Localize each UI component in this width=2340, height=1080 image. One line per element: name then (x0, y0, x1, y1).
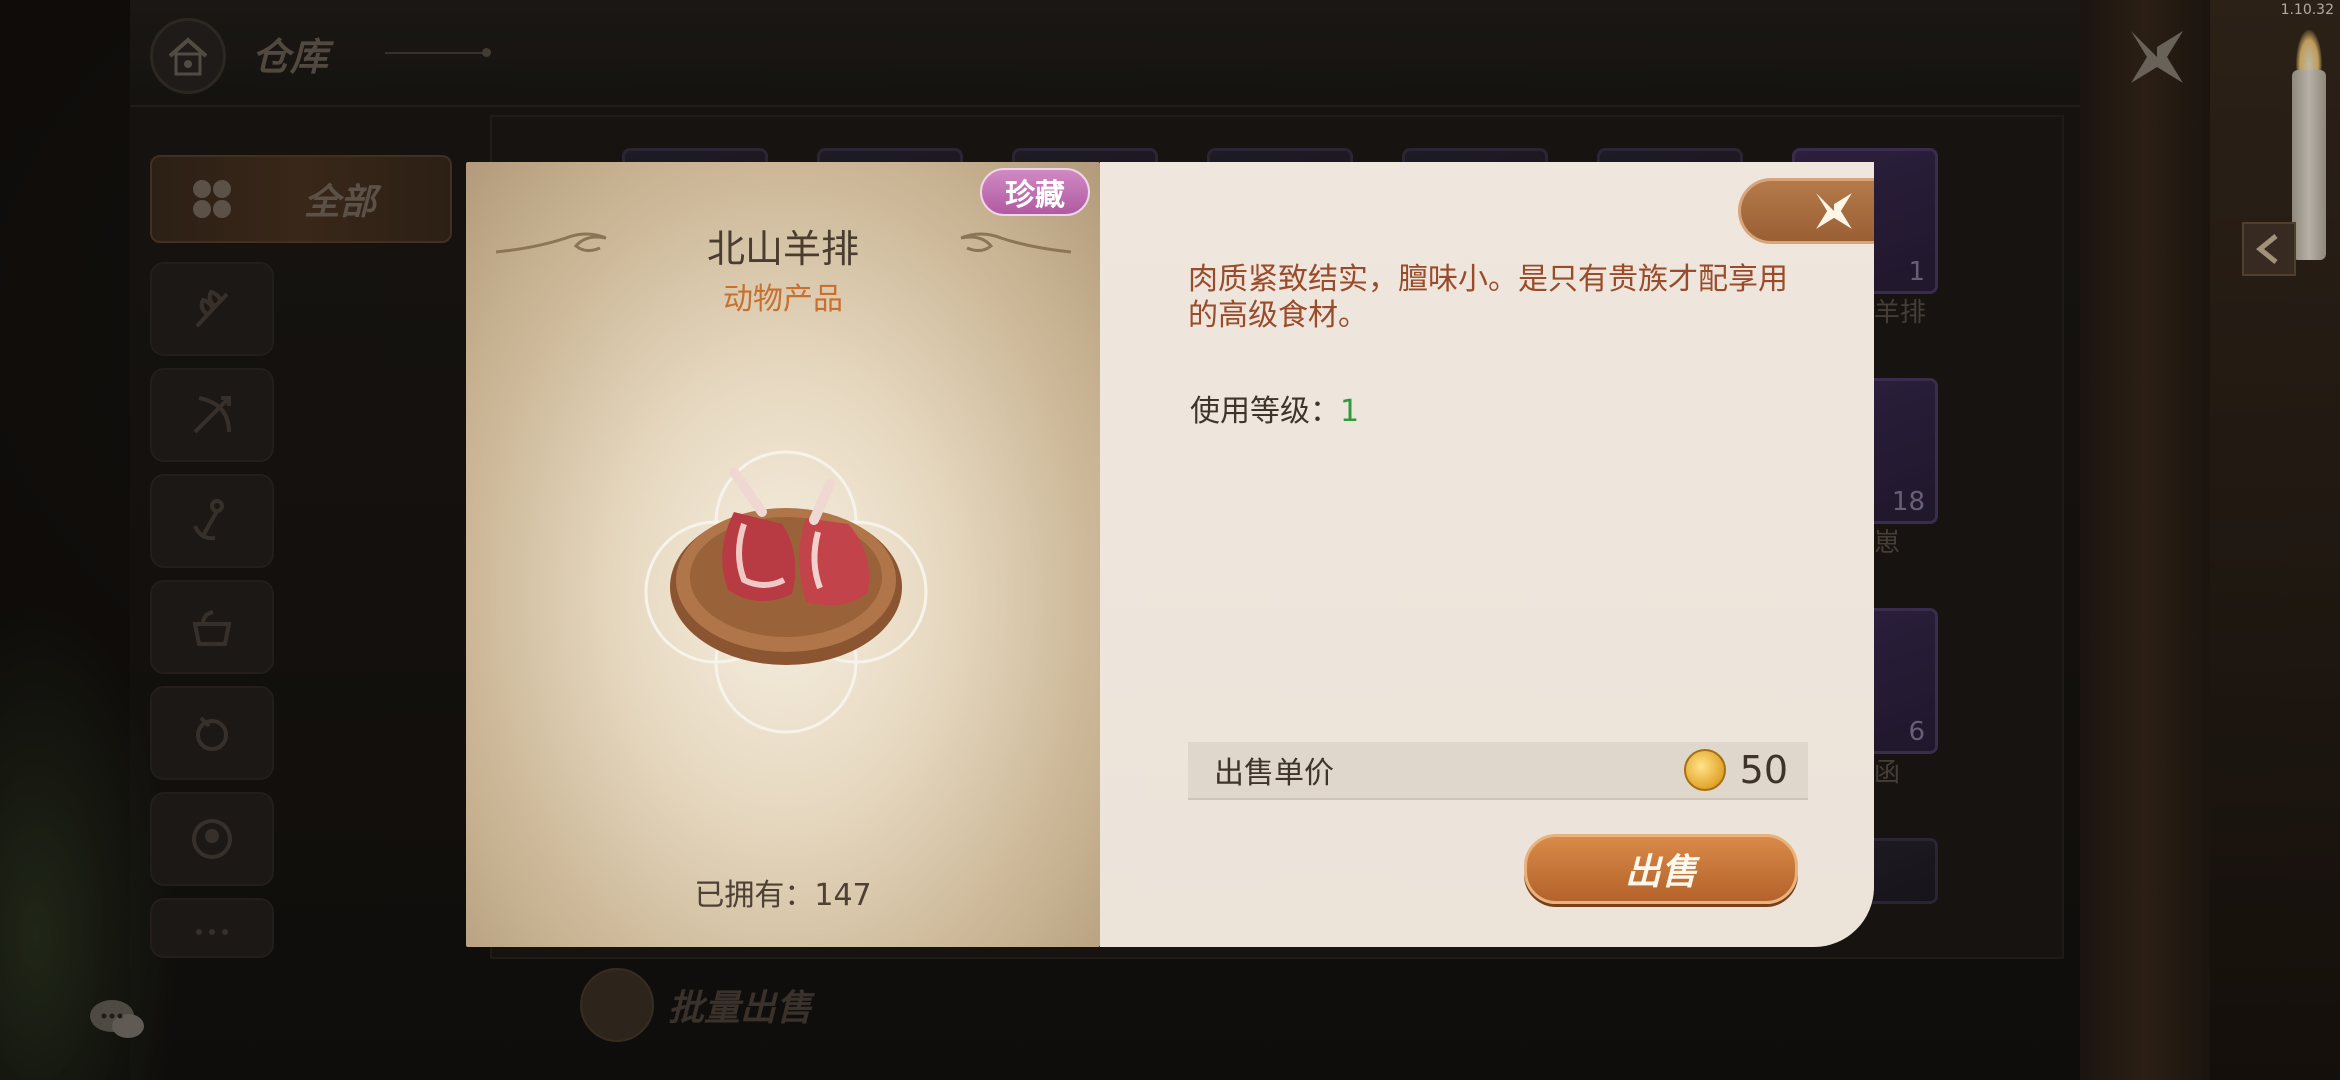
use-level: 使用等级：1 (1190, 386, 1359, 430)
item-illustration (644, 450, 928, 734)
item-detail-dialog: 北山羊排 动物产品 已拥有：147 珍藏 肉质紧致结实，膻味小。是只有贵族才配享… (466, 162, 1874, 947)
sell-price-row: 出售单价 50 (1188, 742, 1808, 800)
close-x-icon (1816, 193, 1852, 229)
item-description: 肉质紧致结实，膻味小。是只有贵族才配享用的高级食材。 (1188, 262, 1788, 333)
close-dialog-button[interactable] (1738, 178, 1874, 244)
owned-value: 147 (814, 878, 872, 913)
sell-price-value: 50 (1739, 748, 1788, 792)
owned-label: 已拥有： (694, 878, 815, 913)
item-name: 北山羊排 (706, 227, 859, 271)
item-preview-card: 北山羊排 动物产品 已拥有：147 珍藏 (466, 162, 1100, 947)
gold-coin-icon (1683, 749, 1726, 791)
item-category: 动物产品 (723, 282, 843, 317)
use-level-value: 1 (1340, 394, 1360, 429)
rarity-badge: 珍藏 (980, 168, 1090, 216)
sell-button[interactable]: 出售 (1524, 834, 1798, 904)
sell-price-label: 出售单价 (1214, 756, 1334, 791)
use-level-label: 使用等级： (1190, 394, 1340, 429)
owned-count: 已拥有：147 (466, 870, 1100, 914)
